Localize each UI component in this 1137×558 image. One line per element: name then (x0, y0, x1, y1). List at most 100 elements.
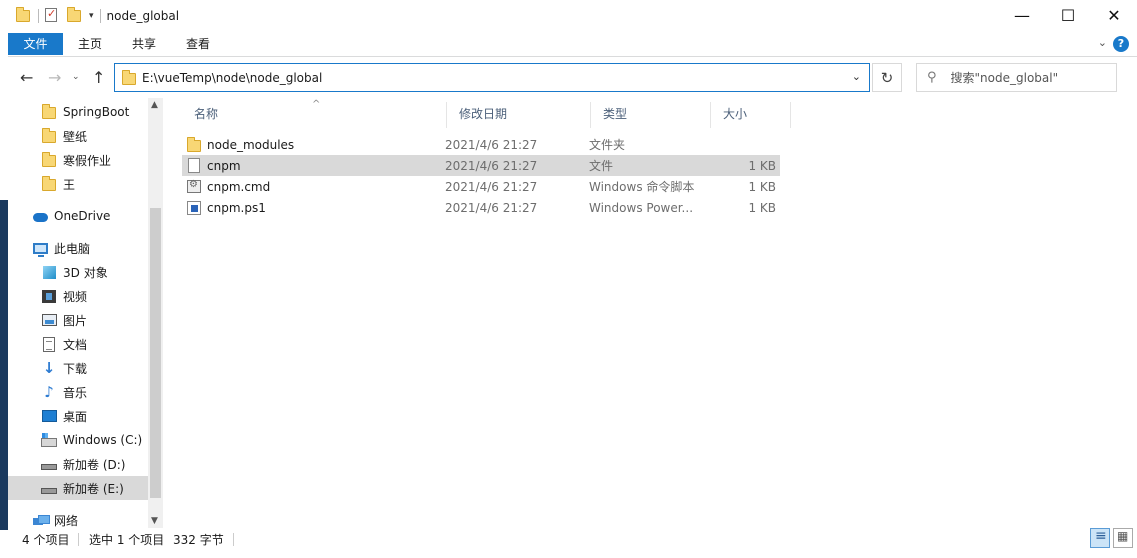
desktop-icon (41, 408, 57, 424)
window-controls: — ☐ ✕ (999, 0, 1137, 31)
nav-item-14[interactable]: 新加卷 (D:) (8, 452, 148, 476)
cmd-script-icon (186, 179, 202, 195)
file-row[interactable]: cnpm.cmd 2021/4/6 21:27 Windows 命令脚本 1 KB (182, 176, 780, 197)
nav-item-8[interactable]: 图片 (8, 308, 148, 332)
title-bar: ▾ node_global — ☐ ✕ (8, 0, 1137, 31)
file-row[interactable]: node_modules 2021/4/6 21:27 文件夹 (182, 134, 780, 155)
nav-item-label: 网络 (54, 513, 79, 528)
nav-item-0[interactable]: SpringBoot (8, 100, 148, 124)
up-button[interactable]: ↑ (92, 68, 105, 87)
nav-item-label: 视频 (63, 289, 88, 304)
scroll-thumb[interactable] (150, 208, 161, 498)
address-row: ← → ⌄ ↑ E:\vueTemp\node\node_global ⌄ ↻ … (8, 58, 1137, 98)
nav-item-label: 桌面 (63, 409, 88, 424)
file-list: ^ 名称 修改日期 类型 大小 node_modules 2021/4/6 21:… (173, 98, 1137, 528)
search-icon: ⚲ (927, 70, 937, 85)
recent-locations-icon[interactable]: ⌄ (72, 72, 80, 82)
large-icons-view-icon[interactable] (1113, 528, 1133, 548)
nav-item-label: 音乐 (63, 385, 88, 400)
file-type: Windows 命令脚本 (589, 180, 695, 194)
maximize-button[interactable]: ☐ (1045, 0, 1091, 31)
powershell-script-icon (186, 200, 202, 216)
tab-view[interactable]: 查看 (176, 33, 220, 55)
details-view-icon[interactable] (1090, 528, 1110, 548)
nav-item-1[interactable]: 壁纸 (8, 124, 148, 148)
file-date: 2021/4/6 21:27 (445, 137, 538, 152)
nav-item-label: OneDrive (54, 209, 111, 223)
file-date: 2021/4/6 21:27 (445, 200, 538, 215)
nav-item-12[interactable]: 桌面 (8, 404, 148, 428)
nav-item-4[interactable]: OneDrive (8, 204, 148, 228)
quick-access-toolbar: ▾ (16, 6, 107, 24)
nav-item-label: 新加卷 (D:) (63, 457, 126, 472)
documents-icon (41, 336, 57, 352)
refresh-button[interactable]: ↻ (872, 63, 902, 92)
nav-item-label: 新加卷 (E:) (63, 481, 124, 496)
sort-ascending-icon: ^ (312, 99, 321, 110)
file-name: cnpm.cmd (207, 179, 271, 194)
nav-item-label: Windows (C:) (63, 433, 143, 447)
status-bar: 4 个项目 选中 1 个项目 332 字节 (8, 528, 1137, 550)
file-name: cnpm (207, 158, 241, 173)
close-button[interactable]: ✕ (1091, 0, 1137, 31)
file-name-cell[interactable]: cnpm.ps1 (186, 200, 266, 216)
drive-c-icon (41, 432, 57, 448)
scroll-up-icon[interactable]: ▲ (151, 100, 158, 110)
ribbon-tabs: 文件 主页 共享 查看 ⌄ ? (8, 31, 1137, 57)
nav-item-15[interactable]: 新加卷 (E:) (8, 476, 148, 500)
nav-scrollbar[interactable]: ▲ ▼ (148, 98, 163, 528)
tab-home[interactable]: 主页 (68, 33, 112, 55)
nav-item-5[interactable]: 此电脑 (8, 236, 148, 260)
expand-ribbon-icon[interactable]: ⌄ (1098, 36, 1107, 49)
file-row[interactable]: cnpm.ps1 2021/4/6 21:27 Windows Power... 1 … (182, 197, 780, 218)
column-size[interactable]: 大小 (711, 98, 791, 131)
search-input[interactable]: ⚲ 搜索"node_global" (916, 63, 1117, 92)
nav-item-9[interactable]: 文档 (8, 332, 148, 356)
onedrive-icon (32, 208, 48, 224)
folder-icon (186, 136, 202, 153)
properties-icon[interactable] (45, 7, 61, 24)
new-folder-icon[interactable] (67, 6, 83, 24)
nav-item-2[interactable]: 寒假作业 (8, 148, 148, 172)
help-icon[interactable]: ? (1113, 36, 1129, 52)
drive-icon (41, 456, 57, 472)
tab-share[interactable]: 共享 (122, 33, 166, 55)
nav-item-13[interactable]: Windows (C:) (8, 428, 148, 452)
file-name-cell[interactable]: cnpm.cmd (186, 179, 270, 195)
nav-item-6[interactable]: 3D 对象 (8, 260, 148, 284)
column-date[interactable]: 修改日期 (447, 98, 591, 131)
network-icon (32, 512, 50, 528)
customize-toolbar-icon[interactable]: ▾ (89, 11, 94, 21)
address-dropdown-icon[interactable]: ⌄ (852, 70, 861, 83)
scroll-down-icon[interactable]: ▼ (151, 516, 158, 526)
tab-file[interactable]: 文件 (8, 33, 63, 55)
explorer-window: ▾ node_global — ☐ ✕ 文件 主页 共享 查看 ⌄ ? ← → … (8, 0, 1137, 558)
column-name[interactable]: ^ 名称 (182, 98, 447, 131)
drive-icon (41, 480, 57, 496)
nav-item-label: SpringBoot (63, 105, 130, 119)
nav-item-10[interactable]: ↓ 下载 (8, 356, 148, 380)
navigation-pane: ▲ ▼ SpringBoot 壁纸 寒假作业王 OneDrive 此电脑 3D 对象视频图… (8, 98, 163, 528)
file-icon (186, 158, 202, 174)
file-date: 2021/4/6 21:27 (445, 179, 538, 194)
minimize-button[interactable]: — (999, 0, 1045, 31)
file-name: cnpm.ps1 (207, 200, 266, 215)
forward-button[interactable]: → (48, 68, 61, 87)
file-name-cell[interactable]: cnpm (186, 158, 241, 174)
file-size: 1 KB (748, 200, 776, 215)
file-name-cell[interactable]: node_modules (186, 136, 294, 153)
file-type: 文件 (589, 159, 614, 173)
nav-item-3[interactable]: 王 (8, 172, 148, 196)
column-type[interactable]: 类型 (591, 98, 711, 131)
back-button[interactable]: ← (20, 68, 33, 87)
folder-icon (41, 152, 57, 168)
nav-item-11[interactable]: ♪ 音乐 (8, 380, 148, 404)
item-count: 4 个项目 (22, 532, 70, 547)
videos-icon (41, 288, 57, 304)
pictures-icon (41, 312, 57, 328)
nav-item-7[interactable]: 视频 (8, 284, 148, 308)
address-bar[interactable]: E:\vueTemp\node\node_global ⌄ (114, 63, 870, 92)
file-row[interactable]: cnpm 2021/4/6 21:27 文件 1 KB (182, 155, 780, 176)
nav-item-label: 此电脑 (54, 241, 91, 256)
address-path[interactable]: E:\vueTemp\node\node_global (142, 71, 322, 85)
